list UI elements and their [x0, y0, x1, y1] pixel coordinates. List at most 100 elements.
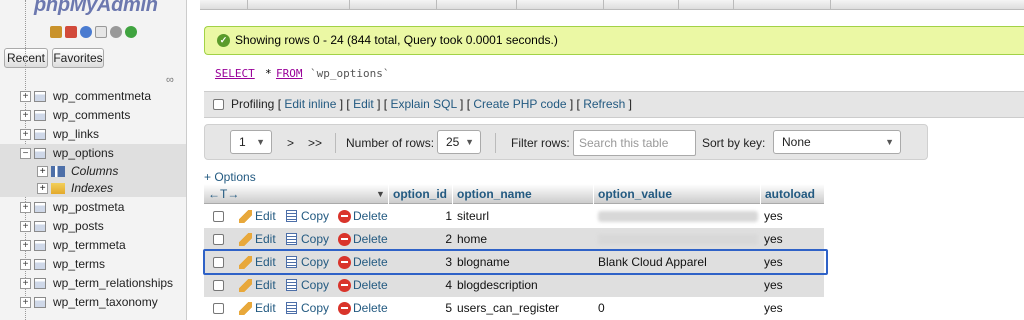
- row-checkbox[interactable]: [213, 234, 224, 245]
- profiling-checkbox[interactable]: [213, 99, 224, 110]
- pencil-icon[interactable]: [239, 210, 252, 223]
- column-header-option-value[interactable]: option_value: [593, 184, 760, 204]
- sidebar-table-item[interactable]: + wp_posts: [0, 217, 186, 236]
- option-name-cell[interactable]: users_can_register: [457, 297, 559, 320]
- expand-icon[interactable]: +: [20, 278, 31, 289]
- recent-tab[interactable]: Recent: [4, 48, 48, 68]
- delete-row-link[interactable]: Delete: [353, 274, 388, 297]
- sidebar-table-label[interactable]: wp_links: [53, 125, 99, 144]
- sort-arrow-icon[interactable]: ▼: [376, 184, 385, 204]
- autoload-cell[interactable]: yes: [764, 274, 783, 297]
- copy-icon[interactable]: [286, 210, 297, 222]
- sidebar-table-label[interactable]: wp_term_relationships: [53, 274, 173, 293]
- table-row[interactable]: Edit Copy Delete 5 users_can_register 0 yes: [204, 297, 824, 320]
- settings-icon[interactable]: [110, 26, 122, 38]
- copy-icon[interactable]: [286, 279, 297, 291]
- next-page-button[interactable]: >: [287, 131, 294, 155]
- copy-icon[interactable]: [286, 302, 297, 314]
- table-row[interactable]: Edit Copy Delete 1 siteurl yes: [204, 205, 824, 228]
- table-row[interactable]: Edit Copy Delete 4 blogdescription yes: [204, 274, 824, 297]
- pencil-icon[interactable]: [239, 233, 252, 246]
- app-logo[interactable]: phpMyAdmin: [34, 0, 158, 17]
- table-row[interactable]: Edit Copy Delete 2 home yes: [204, 228, 824, 251]
- expand-icon[interactable]: +: [20, 129, 31, 140]
- pencil-icon[interactable]: [239, 302, 252, 315]
- expand-icon[interactable]: +: [20, 110, 31, 121]
- rows-per-page-select[interactable]: 25 ▼: [437, 130, 481, 154]
- column-arrows-icon[interactable]: ←T→: [208, 184, 239, 204]
- sidebar-table-item[interactable]: + wp_termmeta: [0, 236, 186, 255]
- column-header-autoload[interactable]: autoload: [760, 184, 824, 204]
- sidebar-table-item[interactable]: + wp_postmeta: [0, 198, 186, 217]
- delete-icon[interactable]: [338, 210, 351, 223]
- delete-row-link[interactable]: Delete: [353, 228, 388, 251]
- expand-icon[interactable]: +: [20, 221, 31, 232]
- sidebar-table-item[interactable]: + wp_term_taxonomy: [0, 293, 186, 312]
- sidebar-table-item[interactable]: + wp_comments: [0, 106, 186, 125]
- sidebar-table-label[interactable]: wp_posts: [53, 217, 104, 236]
- autoload-cell[interactable]: yes: [764, 205, 783, 228]
- sidebar-table-item[interactable]: + wp_commentmeta: [0, 87, 186, 106]
- create-php-code-link[interactable]: Create PHP code: [473, 97, 566, 111]
- sidebar-table-label[interactable]: wp_termmeta: [53, 236, 126, 255]
- expand-icon[interactable]: +: [20, 202, 31, 213]
- docs-icon[interactable]: [95, 26, 107, 38]
- column-header-option-name[interactable]: option_name: [452, 184, 593, 204]
- home-icon[interactable]: [50, 26, 62, 38]
- copy-row-link[interactable]: Copy: [301, 205, 329, 228]
- help-icon[interactable]: [80, 26, 92, 38]
- expand-icon[interactable]: +: [20, 240, 31, 251]
- options-link[interactable]: + Options: [204, 170, 256, 184]
- delete-row-link[interactable]: Delete: [353, 297, 388, 320]
- delete-icon[interactable]: [338, 302, 351, 315]
- row-checkbox[interactable]: [213, 303, 224, 314]
- pencil-icon[interactable]: [239, 279, 252, 292]
- edit-query-link[interactable]: Edit: [353, 97, 374, 111]
- column-header-option-id[interactable]: option_id: [388, 184, 452, 204]
- expand-icon[interactable]: +: [20, 297, 31, 308]
- sidebar-table-label[interactable]: wp_terms: [53, 255, 105, 274]
- delete-icon[interactable]: [338, 233, 351, 246]
- sidebar-table-label[interactable]: wp_options: [53, 144, 114, 163]
- expand-icon[interactable]: +: [20, 91, 31, 102]
- option-name-cell[interactable]: blogdescription: [457, 274, 538, 297]
- sidebar-table-label[interactable]: wp_term_taxonomy: [53, 293, 158, 312]
- edit-row-link[interactable]: Edit: [255, 205, 276, 228]
- favorites-tab[interactable]: Favorites: [52, 48, 104, 68]
- copy-row-link[interactable]: Copy: [301, 297, 329, 320]
- sidebar-table-item[interactable]: − wp_options: [0, 144, 186, 163]
- autoload-cell[interactable]: yes: [764, 228, 783, 251]
- sidebar-sub-item[interactable]: + Columns: [0, 163, 186, 180]
- edit-row-link[interactable]: Edit: [255, 274, 276, 297]
- link-with-main-icon[interactable]: ∞: [166, 74, 174, 86]
- logout-icon[interactable]: [65, 26, 77, 38]
- reload-icon[interactable]: [125, 26, 137, 38]
- sort-by-key-select[interactable]: None ▼: [773, 130, 901, 154]
- page-select[interactable]: 1 ▼: [230, 130, 272, 154]
- refresh-link[interactable]: Refresh: [583, 97, 625, 111]
- sidebar-table-item[interactable]: + wp_terms: [0, 255, 186, 274]
- filter-rows-input[interactable]: [573, 130, 696, 156]
- sql-from-keyword[interactable]: FROM: [276, 67, 303, 80]
- sidebar-sub-item[interactable]: + Indexes: [0, 180, 186, 197]
- row-checkbox[interactable]: [213, 280, 224, 291]
- expand-icon[interactable]: +: [37, 166, 48, 177]
- option-name-cell[interactable]: siteurl: [457, 205, 489, 228]
- edit-row-link[interactable]: Edit: [255, 228, 276, 251]
- sidebar-table-item[interactable]: + wp_links: [0, 125, 186, 144]
- copy-icon[interactable]: [286, 233, 297, 245]
- copy-row-link[interactable]: Copy: [301, 274, 329, 297]
- copy-row-link[interactable]: Copy: [301, 228, 329, 251]
- sql-select-keyword[interactable]: SELECT: [215, 67, 255, 80]
- explain-sql-link[interactable]: Explain SQL: [390, 97, 456, 111]
- sidebar-table-label[interactable]: wp_postmeta: [53, 198, 124, 217]
- edit-row-link[interactable]: Edit: [255, 297, 276, 320]
- edit-inline-link[interactable]: Edit inline: [284, 97, 336, 111]
- sidebar-table-label[interactable]: wp_commentmeta: [53, 87, 151, 106]
- sidebar-sub-label[interactable]: Indexes: [71, 180, 113, 197]
- option-value-cell[interactable]: 0: [598, 297, 605, 320]
- sidebar-sub-label[interactable]: Columns: [71, 163, 118, 180]
- autoload-cell[interactable]: yes: [764, 297, 783, 320]
- sidebar-table-label[interactable]: wp_comments: [53, 106, 130, 125]
- sidebar-table-item[interactable]: + wp_term_relationships: [0, 274, 186, 293]
